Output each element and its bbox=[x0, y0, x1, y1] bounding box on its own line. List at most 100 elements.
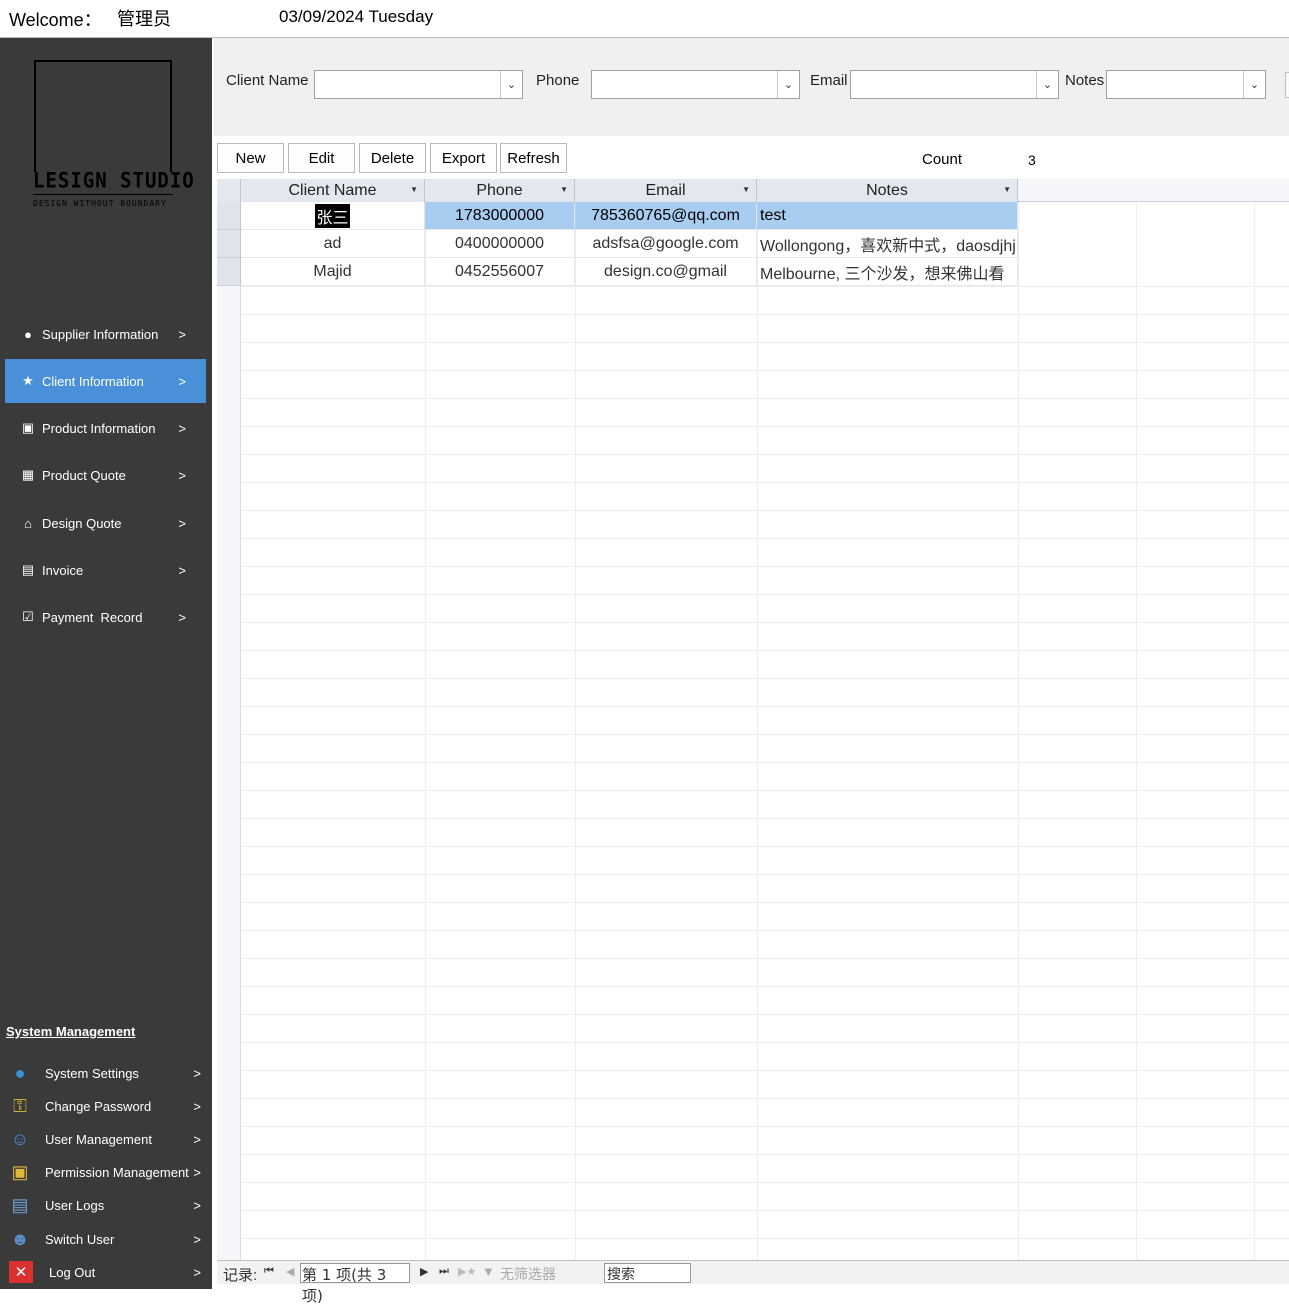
chevron-down-icon[interactable]: ⌄ bbox=[777, 71, 799, 98]
table-cell-email[interactable]: design.co@gmail bbox=[575, 258, 757, 286]
sidebar-item-supplier-information[interactable]: ● Supplier Information > bbox=[5, 312, 206, 356]
sidebar-item-invoice[interactable]: ▤ Invoice > bbox=[5, 548, 206, 592]
logo-title: LESIGN STUDIO bbox=[33, 168, 195, 194]
system-item-permission-management[interactable]: ▣ Permission Management > bbox=[5, 1156, 206, 1188]
sidebar-item-payment-record[interactable]: ☑ Payment Record > bbox=[5, 595, 206, 639]
client-grid[interactable]: Client Name ▼ Phone ▼ Email ▼ Notes ▼ 张三… bbox=[217, 179, 1289, 1264]
grid-row-line bbox=[241, 482, 1289, 483]
chevron-down-icon[interactable]: ⌄ bbox=[1243, 71, 1265, 98]
grid-row-line bbox=[241, 1210, 1289, 1211]
phone-filter-combo[interactable]: ⌄ bbox=[591, 70, 800, 99]
sidebar-item-label: Client Information bbox=[42, 373, 144, 389]
system-item-user-management[interactable]: ☺ User Management > bbox=[5, 1123, 206, 1155]
filter-dropdown-icon[interactable]: ▼ bbox=[1003, 185, 1011, 194]
grid-row-line bbox=[241, 650, 1289, 651]
filter-dropdown-icon[interactable]: ▼ bbox=[410, 185, 418, 194]
system-item-user-logs[interactable]: ▤ User Logs > bbox=[5, 1189, 206, 1221]
grid-row-line bbox=[241, 818, 1289, 819]
table-cell-email[interactable]: adsfsa@google.com bbox=[575, 230, 757, 258]
grid-row-line bbox=[241, 398, 1289, 399]
main-panel: Client Name ⌄ Phone ⌄ Email ⌄ Notes ⌄ Ne… bbox=[212, 38, 1289, 1305]
table-cell-client-name[interactable]: 张三 bbox=[241, 202, 425, 230]
record-position-field[interactable]: 第 1 项(共 3 项) bbox=[300, 1263, 410, 1305]
row-indicator[interactable] bbox=[217, 202, 241, 230]
filter-icon[interactable]: ▼ bbox=[482, 1264, 495, 1279]
client-name-filter-combo[interactable]: ⌄ bbox=[314, 70, 523, 99]
filter-dropdown-icon[interactable]: ▼ bbox=[742, 185, 750, 194]
chevron-right-icon: > bbox=[178, 562, 186, 578]
system-item-label: Permission Management bbox=[45, 1164, 189, 1180]
table-cell-phone[interactable]: 0400000000 bbox=[425, 230, 575, 258]
table-cell-phone[interactable]: 1783000000 bbox=[425, 202, 575, 230]
grid-corner[interactable] bbox=[217, 179, 241, 202]
no-filter-label[interactable]: 无筛选器 bbox=[500, 1264, 556, 1284]
table-cell-notes[interactable]: Wollongong，喜欢新中式，daosdjhj bbox=[757, 230, 1018, 258]
home-icon: ⌂ bbox=[24, 515, 32, 531]
column-header-notes[interactable]: Notes ▼ bbox=[757, 179, 1018, 202]
chevron-down-icon[interactable]: ⌄ bbox=[500, 71, 522, 98]
sidebar: LESIGN STUDIO DESIGN WITHOUT BOUNDARY ● S… bbox=[0, 38, 212, 1289]
delete-button[interactable]: Delete bbox=[359, 143, 426, 173]
sidebar-item-label: Payment Record bbox=[42, 609, 143, 625]
next-record-icon[interactable]: ▶ bbox=[420, 1265, 428, 1278]
system-item-log-out[interactable]: ✕ Log Out > bbox=[5, 1256, 206, 1288]
search-input[interactable]: 搜索 bbox=[604, 1263, 691, 1283]
column-header-phone[interactable]: Phone ▼ bbox=[425, 179, 575, 202]
email-filter-label: Email bbox=[810, 72, 848, 89]
grid-column-line bbox=[425, 202, 426, 1264]
column-header-client-name[interactable]: Client Name ▼ bbox=[241, 179, 425, 202]
edit-button[interactable]: Edit bbox=[288, 143, 355, 173]
new-record-icon[interactable]: ▶★ bbox=[458, 1265, 476, 1278]
grid-row-line bbox=[241, 958, 1289, 959]
table-cell-client-name[interactable]: Majid bbox=[241, 258, 425, 286]
chevron-down-icon[interactable]: ⌄ bbox=[1036, 71, 1058, 98]
column-header-label: Notes bbox=[866, 181, 908, 199]
system-item-label: User Logs bbox=[45, 1197, 105, 1213]
previous-record-icon[interactable]: ◀ bbox=[286, 1265, 294, 1278]
grid-row-line bbox=[241, 1238, 1289, 1239]
sidebar-item-product-information[interactable]: ▣ Product Information > bbox=[5, 406, 206, 450]
client-name-filter-label: Client Name bbox=[226, 72, 309, 89]
grid-row-line bbox=[241, 342, 1289, 343]
system-item-label: User Management bbox=[45, 1131, 152, 1147]
search-button-edge[interactable] bbox=[1285, 72, 1289, 98]
welcome-label: Welcome： bbox=[9, 10, 102, 30]
column-header-label: Email bbox=[645, 181, 686, 199]
sidebar-item-design-quote[interactable]: ⌂ Design Quote > bbox=[5, 501, 206, 545]
grid-column-line bbox=[575, 202, 576, 1264]
grid-column-line bbox=[1018, 202, 1019, 1264]
grid-row-line bbox=[241, 1014, 1289, 1015]
notes-filter-combo[interactable]: ⌄ bbox=[1106, 70, 1266, 99]
sidebar-item-label: Supplier Information bbox=[42, 326, 159, 342]
log-icon: ▤ bbox=[11, 1194, 29, 1215]
system-item-label: Change Password bbox=[45, 1098, 152, 1114]
system-item-change-password[interactable]: ⚿ Change Password > bbox=[5, 1090, 206, 1122]
table-cell-client-name[interactable]: ad bbox=[241, 230, 425, 258]
grid-row-line bbox=[241, 1098, 1289, 1099]
new-button[interactable]: New bbox=[217, 143, 284, 173]
sidebar-item-label: Product Information bbox=[42, 420, 156, 436]
email-filter-combo[interactable]: ⌄ bbox=[850, 70, 1059, 99]
table-cell-phone[interactable]: 0452556007 bbox=[425, 258, 575, 286]
sidebar-item-product-quote[interactable]: ▦ Product Quote > bbox=[5, 453, 206, 497]
grid-row-line bbox=[241, 1070, 1289, 1071]
export-button[interactable]: Export bbox=[430, 143, 497, 173]
column-header-label: Client Name bbox=[288, 181, 377, 199]
column-header-email[interactable]: Email ▼ bbox=[575, 179, 757, 202]
close-icon: ✕ bbox=[9, 1261, 33, 1283]
row-indicator[interactable] bbox=[217, 230, 241, 258]
table-cell-email[interactable]: 785360765@qq.com bbox=[575, 202, 757, 230]
grid-row-line bbox=[241, 510, 1289, 511]
table-cell-notes[interactable]: test bbox=[757, 202, 1018, 230]
table-cell-notes[interactable]: Melbourne, 三个沙发，想来佛山看 bbox=[757, 258, 1018, 286]
chevron-right-icon: > bbox=[178, 326, 186, 342]
last-record-icon[interactable]: ⏭ bbox=[439, 1265, 449, 1278]
first-record-icon[interactable]: ⏮ bbox=[264, 1265, 274, 1278]
system-item-system-settings[interactable]: ● System Settings > bbox=[5, 1057, 206, 1089]
top-bar: Welcome： 管理员 03/09/2024 Tuesday bbox=[0, 0, 1289, 38]
row-indicator[interactable] bbox=[217, 258, 241, 286]
refresh-button[interactable]: Refresh bbox=[500, 143, 567, 173]
sidebar-item-client-information[interactable]: ★ Client Information > bbox=[5, 359, 206, 403]
filter-dropdown-icon[interactable]: ▼ bbox=[560, 185, 568, 194]
system-item-switch-user[interactable]: ☻ Switch User > bbox=[5, 1223, 206, 1255]
